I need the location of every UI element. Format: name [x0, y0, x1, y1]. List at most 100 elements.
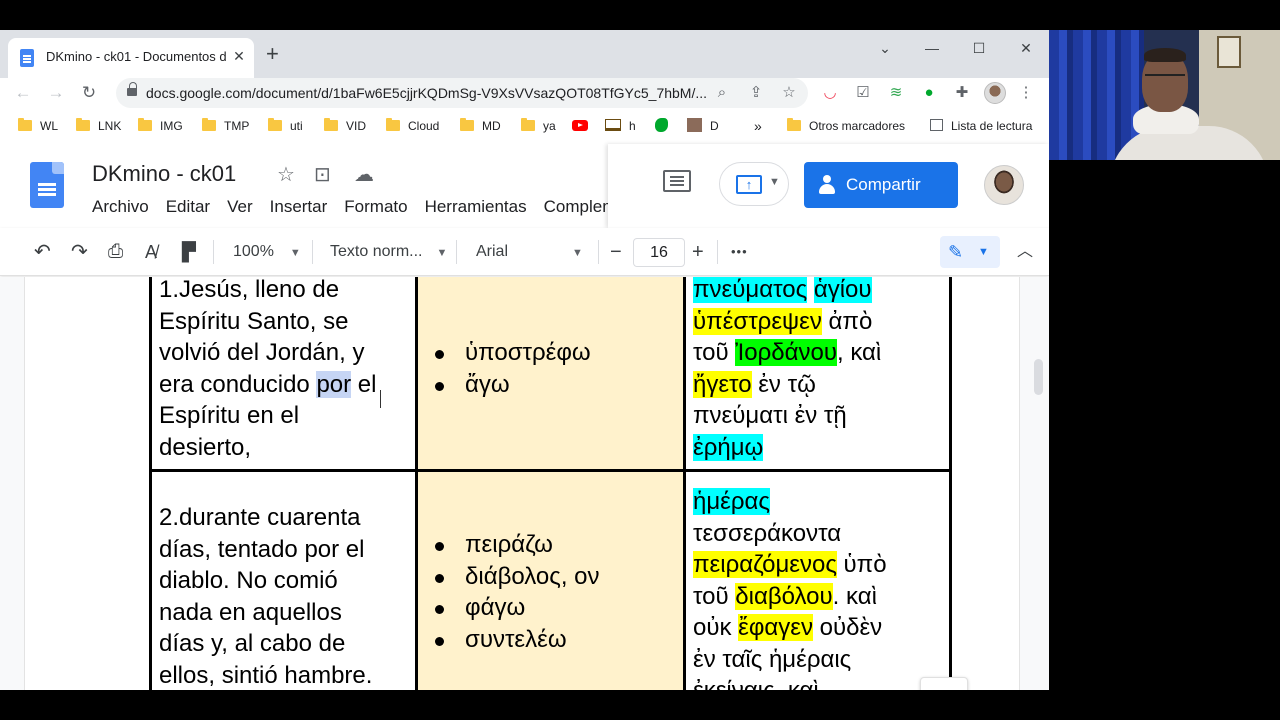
font-select[interactable]: Arial ▼	[476, 240, 583, 264]
explore-button[interactable]	[920, 677, 968, 690]
new-tab-button[interactable]: +	[266, 43, 279, 65]
bookmark-cloud[interactable]: Cloud	[386, 114, 439, 138]
collapse-menus-chevron-up-icon[interactable]: ︿	[1017, 240, 1033, 264]
chevron-down-icon: ▼	[289, 247, 301, 259]
more-options-icon[interactable]: •••	[731, 240, 748, 264]
list-item: φάγω	[435, 592, 676, 624]
move-folder-icon[interactable]: ⊡	[314, 162, 331, 187]
increase-font-size-button[interactable]: +	[692, 240, 704, 264]
tab-docs[interactable]: DKmino - ck01 - Documentos de Google ✕	[8, 38, 254, 78]
reading-list[interactable]: Lista de lectura	[930, 114, 1032, 138]
bookmark-uti[interactable]: uti	[268, 114, 303, 138]
highlight-yellow: ὑπέστρεψεν	[693, 307, 822, 335]
webcam-video	[1049, 30, 1280, 160]
folder-icon	[521, 118, 535, 131]
bookmark-d[interactable]: D	[687, 114, 719, 138]
tab-search-icon[interactable]: ⌄	[870, 38, 900, 58]
bookmark-star-icon[interactable]: ☆	[779, 83, 799, 103]
paragraph-style-select[interactable]: Texto norm... ▼	[330, 240, 447, 264]
paint-format-icon[interactable]: ▛	[182, 240, 196, 264]
pocket-extension-icon[interactable]: ◡	[820, 83, 840, 103]
editing-mode-button[interactable]: ✎ ▼	[940, 236, 1000, 268]
spanish-cell[interactable]: 2.durante cuarenta días, tentado por el …	[149, 469, 418, 690]
menu-bar: Archivo Editar Ver Insertar Formato Herramien…	[92, 197, 612, 219]
bookmark-tmp[interactable]: TMP	[202, 114, 249, 138]
bookmark-ya[interactable]: ya	[521, 114, 556, 138]
vertical-scrollbar[interactable]	[1034, 359, 1043, 395]
share-page-icon[interactable]: ⇪	[746, 83, 766, 103]
list-item: πειράζω	[435, 529, 676, 561]
spellcheck-icon[interactable]: A̸	[145, 240, 157, 264]
present-button[interactable]: ↑ ▼	[719, 162, 789, 206]
reload-icon[interactable]: ↻	[76, 80, 102, 106]
bookmark-otros-marcadores[interactable]: Otros marcadores	[787, 114, 905, 138]
minimize-button[interactable]: —	[917, 38, 947, 58]
table-row: 1.Jesús, lleno de Espíritu Santo, se vol…	[149, 277, 952, 472]
comments-icon[interactable]	[663, 170, 691, 192]
redo-icon[interactable]: ↷	[71, 240, 88, 264]
presenter-hair	[1144, 48, 1186, 62]
decrease-font-size-button[interactable]: −	[610, 240, 622, 264]
maximize-button[interactable]: ☐	[964, 38, 994, 58]
menu-ver[interactable]: Ver	[227, 197, 253, 217]
folder-icon	[787, 118, 801, 131]
bookmark-youtube[interactable]	[572, 114, 588, 138]
folder-icon	[18, 118, 32, 131]
document-page[interactable]: 1.Jesús, lleno de Espíritu Santo, se vol…	[24, 277, 1020, 690]
print-icon[interactable]: ⎙	[108, 240, 123, 264]
toolbar-divider	[213, 240, 214, 264]
bookmark-vid[interactable]: VID	[324, 114, 366, 138]
undo-icon[interactable]: ↶	[34, 240, 51, 264]
extensions-puzzle-icon[interactable]: ✚	[952, 83, 972, 103]
bookmark-lnk[interactable]: LNK	[76, 114, 121, 138]
vocab-cell[interactable]: πειράζω διάβολος, ον φάγω συντελέω	[415, 469, 686, 690]
highlight-yellow: διαβόλου	[735, 582, 833, 610]
profile-avatar[interactable]	[984, 82, 1006, 104]
forward-arrow-icon[interactable]: →	[43, 80, 69, 106]
menu-archivo[interactable]: Archivo	[92, 197, 149, 217]
bookmark-img[interactable]: IMG	[138, 114, 183, 138]
vocab-cell[interactable]: ὑποστρέφω ἄγω	[415, 277, 686, 472]
bookmark-wl[interactable]: WL	[18, 114, 58, 138]
bookmark-md[interactable]: MD	[460, 114, 501, 138]
greek-cell[interactable]: πνεύματος ἁγίου ὑπέστρεψεν ἀπὸ τοῦ Ἰορδά…	[683, 277, 952, 472]
docs-logo-icon[interactable]	[30, 162, 64, 208]
back-arrow-icon[interactable]: ←	[10, 80, 36, 106]
lock-icon[interactable]	[127, 82, 137, 98]
account-avatar[interactable]	[984, 165, 1024, 205]
zoom-select[interactable]: 100% ▼	[233, 240, 301, 264]
checkbox-extension-icon[interactable]: ☑	[853, 83, 873, 103]
menu-complementos[interactable]: Complementos	[544, 197, 612, 217]
highlight-cyan: πνεύματος	[693, 277, 808, 303]
star-icon[interactable]: ☆	[277, 162, 295, 187]
bookmarks-overflow-chevron[interactable]: »	[754, 114, 762, 138]
chevron-down-icon: ▼	[978, 246, 989, 258]
menu-formato[interactable]: Formato	[344, 197, 407, 217]
docs-header: DKmino - ck01 ☆ ⊡ ☁ Archivo Editar Ver Inse…	[0, 144, 1049, 228]
close-window-button[interactable]: ✕	[1011, 38, 1041, 58]
menu-editar[interactable]: Editar	[166, 197, 210, 217]
greek-cell[interactable]: ἡμέρας τεσσεράκοντα πειραζόμενος ὑπὸ τοῦ…	[683, 469, 952, 690]
formatting-toolbar: ↶ ↷ ⎙ A̸ ▛ 100% ▼ Texto norm... ▼ Arial ▼ −…	[0, 228, 1049, 276]
menu-herramientas[interactable]: Herramientas	[425, 197, 527, 217]
document-canvas: 1.Jesús, lleno de Espíritu Santo, se vol…	[0, 277, 1049, 690]
browser-menu-icon[interactable]: ⋮	[1016, 83, 1036, 103]
home-icon	[605, 119, 621, 131]
tab-close-icon[interactable]: ✕	[230, 47, 248, 65]
highlight-yellow: πειραζόμενος	[693, 551, 837, 578]
evernote-extension-icon[interactable]: ●	[919, 83, 939, 103]
folder-icon	[268, 118, 282, 131]
zoom-magnifier-icon[interactable]: ⌕	[712, 83, 732, 103]
menu-insertar[interactable]: Insertar	[270, 197, 328, 217]
address-bar[interactable]: docs.google.com/document/d/1baFw6E5cjjrK…	[116, 78, 808, 108]
cloud-saved-icon[interactable]: ☁	[354, 162, 374, 187]
font-size-input[interactable]: 16	[633, 238, 685, 267]
highlight-green: Ἰορδάνου	[735, 339, 837, 366]
bookmark-h[interactable]: h	[605, 114, 636, 138]
translate-extension-icon[interactable]: ≋	[886, 83, 906, 103]
spanish-cell[interactable]: 1.Jesús, lleno de Espíritu Santo, se vol…	[149, 277, 418, 472]
bookmark-evernote[interactable]	[655, 114, 668, 138]
document-title[interactable]: DKmino - ck01	[92, 161, 236, 187]
share-button[interactable]: Compartir	[804, 162, 958, 208]
vocab-list: ὑποστρέφω ἄγω	[425, 337, 676, 400]
